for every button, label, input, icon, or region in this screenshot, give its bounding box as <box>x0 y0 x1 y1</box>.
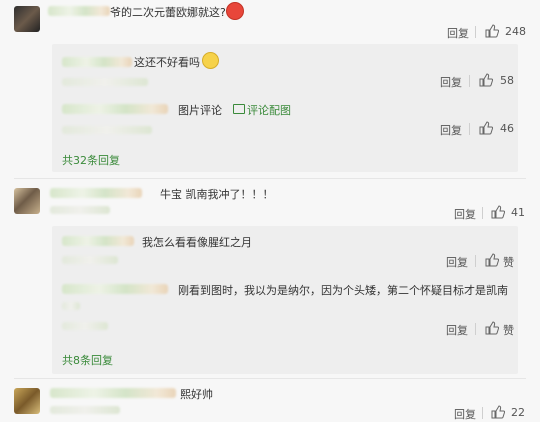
reply-button[interactable]: 回复 <box>446 254 468 270</box>
avatar[interactable] <box>14 6 40 32</box>
like-count: 248 <box>505 25 526 38</box>
reply-button[interactable]: 回复 <box>440 122 462 138</box>
like-label: 赞 <box>503 256 514 269</box>
like-icon[interactable] <box>485 253 499 267</box>
reply-username-blurred[interactable] <box>62 57 132 67</box>
avatar[interactable] <box>14 188 40 214</box>
reply-button[interactable]: 回复 <box>440 74 462 90</box>
reply-line-blurred <box>62 126 152 134</box>
like-icon[interactable] <box>491 405 505 419</box>
divider <box>469 75 470 87</box>
view-picture-link[interactable]: 评论配图 <box>247 102 291 118</box>
username-blurred[interactable] <box>50 388 176 398</box>
like-count: 46 <box>500 122 514 135</box>
reply-username-blurred[interactable] <box>62 284 168 294</box>
reply-line-blurred <box>62 256 118 264</box>
divider <box>469 123 470 135</box>
reply-button[interactable]: 回复 <box>446 322 468 338</box>
divider <box>475 26 476 38</box>
like-icon[interactable] <box>485 24 499 38</box>
more-replies-link[interactable]: 共32条回复 <box>62 152 120 168</box>
image-icon <box>233 104 245 114</box>
like-icon[interactable] <box>479 121 493 135</box>
comment-line-blurred <box>50 406 120 414</box>
comment-divider <box>14 178 526 179</box>
reply-username-blurred[interactable] <box>62 236 134 246</box>
divider <box>475 255 476 267</box>
reply-button[interactable]: 回复 <box>454 206 476 222</box>
picture-comment-label: 图片评论 <box>178 104 222 117</box>
like-icon[interactable] <box>485 321 499 335</box>
like-label: 赞 <box>503 324 514 337</box>
comment-line-blurred <box>50 206 110 214</box>
emoji-icon <box>202 52 219 69</box>
divider <box>482 407 483 419</box>
username-blurred[interactable] <box>50 188 142 198</box>
like-count: 22 <box>511 406 525 419</box>
comment-divider <box>14 378 526 379</box>
reply-text: 刚看到图时，我以为是纳尔，因为个头矮，第二个怀疑目标才是凯南 <box>178 284 508 297</box>
reply-button[interactable]: 回复 <box>447 25 469 41</box>
more-replies-link[interactable]: 共8条回复 <box>62 352 113 368</box>
reply-text: 我怎么看看像腥红之月 <box>142 236 252 249</box>
like-count: 41 <box>511 206 525 219</box>
reply-text: 这还不好看吗 <box>134 56 200 69</box>
divider <box>482 207 483 219</box>
divider <box>475 323 476 335</box>
angry-emoji-icon <box>226 2 244 20</box>
like-icon[interactable] <box>491 205 505 219</box>
comment-text: 牛宝 凯南我冲了！！！ <box>160 188 274 201</box>
comment-text: 熙好帅 <box>180 388 213 401</box>
comment-text: 爷的二次元蕾欧娜就这? <box>110 6 226 19</box>
reply-username-blurred[interactable] <box>62 104 168 114</box>
username-blurred[interactable] <box>48 6 110 16</box>
reply-line-blurred <box>62 78 148 86</box>
reply-line-blurred <box>62 322 108 330</box>
like-count: 58 <box>500 74 514 87</box>
reply-line-blurred <box>62 302 80 310</box>
avatar[interactable] <box>14 388 40 414</box>
like-icon[interactable] <box>479 73 493 87</box>
reply-button[interactable]: 回复 <box>454 406 476 422</box>
reply-thread <box>52 226 518 374</box>
